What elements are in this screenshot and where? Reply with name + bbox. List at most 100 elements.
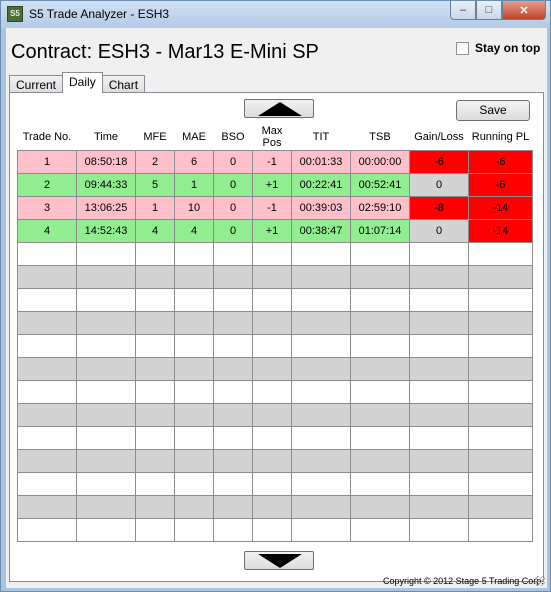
table-cell: 01:07:14 bbox=[350, 218, 410, 243]
resize-grip-icon[interactable] bbox=[535, 576, 545, 586]
column-header[interactable]: Time bbox=[77, 125, 136, 150]
empty-cell bbox=[409, 264, 469, 289]
copyright-text: Copyright © 2012 Stage 5 Trading Corp. bbox=[383, 576, 544, 586]
column-header[interactable]: Gain/Loss bbox=[410, 125, 469, 150]
empty-cell bbox=[409, 425, 469, 450]
empty-cell bbox=[291, 448, 351, 473]
empty-cell bbox=[17, 448, 77, 473]
column-header[interactable]: TSB bbox=[351, 125, 410, 150]
empty-cell bbox=[76, 379, 136, 404]
empty-cell bbox=[174, 287, 214, 312]
table-cell: -1 bbox=[252, 195, 292, 220]
empty-cell bbox=[213, 287, 253, 312]
table-cell: 0 bbox=[213, 149, 253, 174]
empty-cell bbox=[17, 356, 77, 381]
empty-cell bbox=[409, 448, 469, 473]
empty-row bbox=[17, 402, 533, 427]
table-cell: 2 bbox=[17, 172, 77, 197]
column-header[interactable]: Max Pos bbox=[253, 125, 292, 150]
empty-cell bbox=[17, 264, 77, 289]
empty-cell bbox=[213, 264, 253, 289]
checkbox-icon[interactable] bbox=[456, 41, 469, 55]
empty-cell bbox=[174, 425, 214, 450]
client-area: Contract: ESH3 - Mar13 E-Mini SP Stay on… bbox=[6, 28, 547, 588]
tab-current[interactable]: Current bbox=[9, 75, 64, 93]
empty-cell bbox=[468, 471, 533, 496]
empty-row bbox=[17, 379, 533, 404]
empty-cell bbox=[213, 379, 253, 404]
arrow-down-icon bbox=[258, 554, 302, 568]
empty-cell bbox=[409, 494, 469, 519]
empty-cell bbox=[468, 287, 533, 312]
column-header[interactable]: Trade No. bbox=[18, 125, 77, 150]
empty-cell bbox=[213, 448, 253, 473]
empty-cell bbox=[252, 379, 292, 404]
empty-cell bbox=[252, 264, 292, 289]
tab-chart[interactable]: Chart bbox=[101, 75, 146, 93]
table-row[interactable]: 3 13:06:25 1 10 0 -1 00:39:03 02:59:10 -8 -14 bbox=[17, 195, 533, 220]
empty-cell bbox=[213, 494, 253, 519]
table-cell: 0 bbox=[409, 172, 469, 197]
empty-cell bbox=[350, 356, 410, 381]
empty-cell bbox=[291, 402, 351, 427]
table-cell: 00:39:03 bbox=[291, 195, 351, 220]
scroll-down-button[interactable] bbox=[244, 551, 314, 570]
table-cell: 4 bbox=[17, 218, 77, 243]
empty-cell bbox=[213, 402, 253, 427]
empty-cell bbox=[174, 517, 214, 542]
empty-cell bbox=[174, 333, 214, 358]
table-cell: 00:00:00 bbox=[350, 149, 410, 174]
empty-cell bbox=[17, 517, 77, 542]
empty-row bbox=[17, 425, 533, 450]
empty-cell bbox=[76, 494, 136, 519]
empty-cell bbox=[468, 517, 533, 542]
minimize-button[interactable]: – bbox=[450, 1, 476, 20]
empty-cell bbox=[468, 379, 533, 404]
column-header[interactable]: TIT bbox=[292, 125, 351, 150]
save-button[interactable]: Save bbox=[456, 100, 530, 121]
table-row[interactable]: 2 09:44:33 5 1 0 +1 00:22:41 00:52:41 0 -6 bbox=[17, 172, 533, 197]
empty-cell bbox=[350, 402, 410, 427]
empty-cell bbox=[350, 448, 410, 473]
stay-on-top-checkbox[interactable]: Stay on top bbox=[456, 41, 540, 55]
empty-cell bbox=[135, 517, 175, 542]
empty-cell bbox=[409, 517, 469, 542]
empty-cell bbox=[350, 241, 410, 266]
empty-cell bbox=[17, 402, 77, 427]
empty-cell bbox=[468, 425, 533, 450]
empty-cell bbox=[213, 425, 253, 450]
tab-daily[interactable]: Daily bbox=[62, 72, 103, 93]
column-header[interactable]: BSO bbox=[214, 125, 253, 150]
app-window: S5 S5 Trade Analyzer - ESH3 – □ ✕ Contra… bbox=[0, 0, 551, 592]
empty-cell bbox=[350, 264, 410, 289]
empty-cell bbox=[291, 287, 351, 312]
empty-cell bbox=[252, 356, 292, 381]
column-header[interactable]: Running PL bbox=[469, 125, 533, 150]
empty-cell bbox=[350, 494, 410, 519]
empty-cell bbox=[135, 287, 175, 312]
column-header[interactable]: MFE bbox=[136, 125, 175, 150]
table-header: Trade No. Time MFE MAE BSO Max Pos TIT TSB Gain/L… bbox=[18, 125, 533, 150]
scroll-up-button[interactable] bbox=[244, 99, 314, 118]
maximize-button[interactable]: □ bbox=[476, 1, 502, 20]
empty-cell bbox=[174, 356, 214, 381]
empty-row bbox=[17, 287, 533, 312]
empty-cell bbox=[76, 287, 136, 312]
table-cell: 4 bbox=[174, 218, 214, 243]
table-cell: +1 bbox=[252, 172, 292, 197]
table-row[interactable]: 4 14:52:43 4 4 0 +1 00:38:47 01:07:14 0 -14 bbox=[17, 218, 533, 243]
empty-cell bbox=[252, 425, 292, 450]
table-cell: +1 bbox=[252, 218, 292, 243]
empty-cell bbox=[291, 333, 351, 358]
empty-row bbox=[17, 448, 533, 473]
table-cell: 00:22:41 bbox=[291, 172, 351, 197]
table-cell: -6 bbox=[409, 149, 469, 174]
column-header[interactable]: MAE bbox=[175, 125, 214, 150]
table-row[interactable]: 1 08:50:18 2 6 0 -1 00:01:33 00:00:00 -6 -6 bbox=[17, 149, 533, 174]
table-cell: 0 bbox=[213, 218, 253, 243]
title-bar[interactable]: S5 S5 Trade Analyzer - ESH3 – □ ✕ bbox=[1, 1, 550, 28]
empty-row bbox=[17, 356, 533, 381]
close-button[interactable]: ✕ bbox=[502, 1, 546, 20]
empty-cell bbox=[135, 379, 175, 404]
empty-cell bbox=[252, 402, 292, 427]
